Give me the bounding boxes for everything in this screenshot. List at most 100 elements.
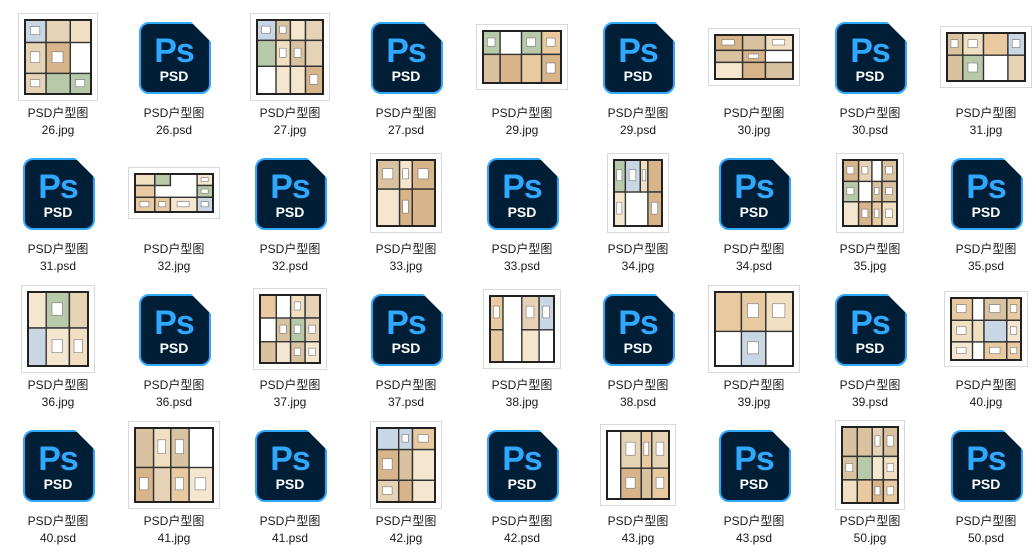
file-item-psd[interactable]: Ps PSD PSD户型图 50.psd <box>930 416 1036 546</box>
file-item-jpg[interactable]: PSD户型图 29.jpg <box>466 8 578 138</box>
file-item-psd[interactable]: Ps PSD PSD户型图 32.psd <box>234 144 346 274</box>
file-item-jpg[interactable]: PSD户型图 27.jpg <box>234 8 346 138</box>
file-name-line2: 40.psd <box>39 531 77 545</box>
file-item-jpg[interactable]: PSD户型图 33.jpg <box>350 144 462 274</box>
file-name-line1: PSD户型图 <box>955 378 1017 392</box>
file-item-psd[interactable]: Ps PSD PSD户型图 29.psd <box>582 8 694 138</box>
file-name-line1: PSD户型图 <box>491 242 553 256</box>
file-name-line2: 42.jpg <box>389 531 423 545</box>
file-name-label: PSD户型图 37.psd <box>350 377 462 411</box>
photoshop-psd-file-icon: Ps PSD <box>139 294 211 366</box>
file-thumbnail: Ps PSD <box>704 416 804 514</box>
file-item-jpg[interactable]: PSD户型图 37.jpg <box>234 280 346 410</box>
psd-badge-text: PSD <box>855 340 885 356</box>
file-name-label: PSD户型图 33.psd <box>466 241 578 275</box>
psd-badge-text: PSD <box>43 476 73 492</box>
photoshop-psd-file-icon: Ps PSD <box>487 430 559 502</box>
file-thumbnail: Ps PSD <box>356 8 456 106</box>
file-name-label: PSD户型图 50.jpg <box>814 513 926 547</box>
file-item-psd[interactable]: Ps PSD PSD户型图 43.psd <box>698 416 810 546</box>
file-name-line2: 38.jpg <box>505 395 539 409</box>
file-thumbnail <box>588 144 688 242</box>
file-name-label: PSD户型图 31.psd <box>2 241 114 275</box>
file-item-jpg[interactable]: PSD户型图 36.jpg <box>2 280 114 410</box>
psd-badge-text: PSD <box>971 476 1001 492</box>
file-item-jpg[interactable]: PSD户型图 40.jpg <box>930 280 1036 410</box>
file-item-jpg[interactable]: PSD户型图 32.jpg <box>118 144 230 274</box>
floor-plan-image-thumbnail <box>371 154 441 232</box>
ps-letters: Ps <box>270 168 311 206</box>
file-thumbnail: Ps PSD <box>8 144 108 242</box>
file-name-line2: 42.psd <box>503 531 541 545</box>
file-item-jpg[interactable]: PSD户型图 34.jpg <box>582 144 694 274</box>
file-item-psd[interactable]: Ps PSD PSD户型图 34.psd <box>698 144 810 274</box>
photoshop-psd-file-icon: Ps PSD <box>23 430 95 502</box>
file-name-line1: PSD户型图 <box>491 106 553 120</box>
file-item-psd[interactable]: Ps PSD PSD户型图 42.psd <box>466 416 578 546</box>
file-name-line2: 35.jpg <box>853 259 887 273</box>
file-name-label: PSD户型图 30.psd <box>814 105 926 139</box>
file-thumbnail <box>820 416 920 514</box>
file-item-jpg[interactable]: PSD户型图 30.jpg <box>698 8 810 138</box>
file-thumbnail <box>936 8 1036 106</box>
file-name-line2: 31.psd <box>39 259 77 273</box>
file-item-jpg[interactable]: PSD户型图 35.jpg <box>814 144 926 274</box>
file-item-psd[interactable]: Ps PSD PSD户型图 37.psd <box>350 280 462 410</box>
photoshop-psd-file-icon: Ps PSD <box>951 158 1023 230</box>
file-name-line1: PSD户型图 <box>723 242 785 256</box>
file-item-psd[interactable]: Ps PSD PSD户型图 33.psd <box>466 144 578 274</box>
file-name-line2: 27.jpg <box>273 123 307 137</box>
file-name-line1: PSD户型图 <box>27 378 89 392</box>
file-item-psd[interactable]: Ps PSD PSD户型图 39.psd <box>814 280 926 410</box>
psd-badge-text: PSD <box>623 68 653 84</box>
file-name-line2: 41.psd <box>271 531 309 545</box>
file-name-line1: PSD户型图 <box>143 106 205 120</box>
file-thumbnail <box>472 8 572 106</box>
file-name-line2: 30.psd <box>851 123 889 137</box>
file-name-label: PSD户型图 43.jpg <box>582 513 694 547</box>
file-thumbnail: Ps PSD <box>820 8 920 106</box>
ps-letters: Ps <box>618 304 659 342</box>
ps-letters: Ps <box>850 304 891 342</box>
file-item-psd[interactable]: Ps PSD PSD户型图 26.psd <box>118 8 230 138</box>
file-name-line2: 26.jpg <box>41 123 75 137</box>
file-item-jpg[interactable]: PSD户型图 42.jpg <box>350 416 462 546</box>
file-item-jpg[interactable]: PSD户型图 38.jpg <box>466 280 578 410</box>
photoshop-psd-file-icon: Ps PSD <box>255 158 327 230</box>
file-name-label: PSD户型图 40.psd <box>2 513 114 547</box>
file-name-line1: PSD户型图 <box>27 106 89 120</box>
file-item-jpg[interactable]: PSD户型图 50.jpg <box>814 416 926 546</box>
psd-badge-text: PSD <box>739 476 769 492</box>
file-item-psd[interactable]: Ps PSD PSD户型图 35.psd <box>930 144 1036 274</box>
ps-letters: Ps <box>38 168 79 206</box>
file-name-line1: PSD户型图 <box>259 242 321 256</box>
floor-plan-image-thumbnail <box>254 289 326 369</box>
file-item-jpg[interactable]: PSD户型图 41.jpg <box>118 416 230 546</box>
floor-plan-image-thumbnail <box>371 422 441 508</box>
file-name-line1: PSD户型图 <box>723 514 785 528</box>
file-name-label: PSD户型图 39.psd <box>814 377 926 411</box>
file-item-jpg[interactable]: PSD户型图 26.jpg <box>2 8 114 138</box>
file-name-line2: 33.psd <box>503 259 541 273</box>
file-item-psd[interactable]: Ps PSD PSD户型图 30.psd <box>814 8 926 138</box>
file-item-jpg[interactable]: PSD户型图 31.jpg <box>930 8 1036 138</box>
file-name-line2: 34.jpg <box>621 259 655 273</box>
floor-plan-image-thumbnail <box>129 168 219 218</box>
file-item-psd[interactable]: Ps PSD PSD户型图 40.psd <box>2 416 114 546</box>
file-item-psd[interactable]: Ps PSD PSD户型图 27.psd <box>350 8 462 138</box>
file-item-psd[interactable]: Ps PSD PSD户型图 31.psd <box>2 144 114 274</box>
file-name-line1: PSD户型图 <box>375 514 437 528</box>
file-name-label: PSD户型图 42.psd <box>466 513 578 547</box>
file-thumbnail: Ps PSD <box>124 280 224 378</box>
file-item-psd[interactable]: Ps PSD PSD户型图 38.psd <box>582 280 694 410</box>
file-item-jpg[interactable]: PSD户型图 43.jpg <box>582 416 694 546</box>
psd-badge-text: PSD <box>43 204 73 220</box>
file-item-jpg[interactable]: PSD户型图 39.jpg <box>698 280 810 410</box>
file-item-psd[interactable]: Ps PSD PSD户型图 36.psd <box>118 280 230 410</box>
file-name-label: PSD户型图 27.psd <box>350 105 462 139</box>
file-item-psd[interactable]: Ps PSD PSD户型图 41.psd <box>234 416 346 546</box>
ps-letters: Ps <box>966 168 1007 206</box>
file-name-line2: 34.psd <box>735 259 773 273</box>
ps-letters: Ps <box>270 440 311 478</box>
file-name-label: PSD户型图 31.jpg <box>930 105 1036 139</box>
